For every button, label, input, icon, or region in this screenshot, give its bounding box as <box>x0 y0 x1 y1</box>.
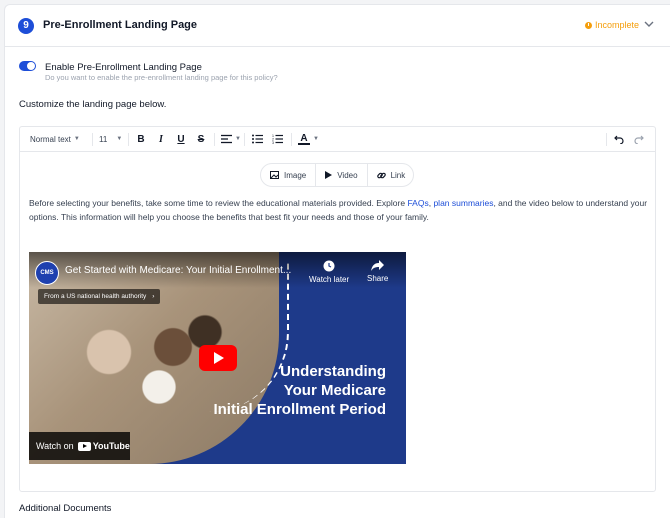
youtube-logo: YouTube <box>77 441 130 451</box>
caret-down-icon: ▼ <box>235 136 241 142</box>
align-dropdown[interactable]: ▼ <box>221 133 241 145</box>
video-headline: Understanding Your Medicare Initial Enro… <box>213 362 386 419</box>
bold-button[interactable]: B <box>135 133 147 145</box>
watch-later-button[interactable]: Watch later <box>309 260 349 284</box>
clock-icon <box>323 260 335 272</box>
share-icon <box>371 260 385 271</box>
health-authority-badge[interactable]: From a US national health authority › <box>38 289 161 304</box>
channel-logo[interactable]: CMS <box>35 261 59 285</box>
video-headline-line: Initial Enrollment Period <box>213 401 386 418</box>
redo-button[interactable] <box>634 133 644 145</box>
toolbar-divider <box>214 133 215 146</box>
video-title[interactable]: Get Started with Medicare: Your Initial … <box>65 265 305 276</box>
video-headline-line: Understanding <box>280 363 386 380</box>
insert-link-button[interactable]: Link <box>368 164 415 186</box>
body-text-part: Before selecting your benefits, take som… <box>29 198 408 208</box>
warning-icon <box>585 21 592 29</box>
embedded-video[interactable]: CMS Get Started with Medicare: Your Init… <box>29 252 406 464</box>
text-color-dropdown[interactable]: A ▼ <box>298 133 319 145</box>
numbered-list-button[interactable]: 123 <box>272 133 283 145</box>
youtube-play-icon <box>77 441 91 451</box>
chevron-right-icon: › <box>152 293 155 300</box>
toolbar-divider <box>128 133 129 146</box>
undo-button[interactable] <box>614 133 624 145</box>
toolbar-divider <box>92 133 93 146</box>
toolbar-divider <box>291 133 292 146</box>
enable-toggle-description: Do you want to enable the pre-enrollment… <box>45 73 278 82</box>
enable-landing-page-toggle[interactable] <box>19 61 36 71</box>
editor-toolbar: Normal text ▼ 11 ▼ B I U S ▼ 1 2 3 A ▼ <box>20 127 655 152</box>
section-title: Pre-Enrollment Landing Page <box>43 19 198 31</box>
section-header[interactable]: 9 Pre-Enrollment Landing Page Incomplete <box>5 5 670 47</box>
youtube-wordmark: YouTube <box>92 441 130 451</box>
insert-video-label: Video <box>337 170 358 180</box>
chevron-down-icon[interactable] <box>643 19 655 29</box>
strikethrough-button[interactable]: S <box>195 133 207 145</box>
status-badge: Incomplete <box>585 20 639 30</box>
redo-icon <box>634 135 644 144</box>
bullet-list-icon <box>252 134 263 144</box>
video-headline-line: Your Medicare <box>283 382 386 399</box>
play-icon <box>325 171 333 179</box>
font-size-dropdown[interactable]: 11 ▼ <box>99 133 122 145</box>
share-button[interactable]: Share <box>367 260 388 283</box>
additional-documents-heading: Additional Documents <box>19 503 112 514</box>
toolbar-divider <box>244 133 245 146</box>
toolbar-divider <box>606 133 607 146</box>
share-label: Share <box>367 274 389 283</box>
image-icon <box>270 171 279 179</box>
underline-button[interactable]: U <box>175 133 187 145</box>
text-color-icon: A <box>298 133 310 145</box>
strikethrough-icon: S <box>197 133 205 145</box>
watch-on-label: Watch on <box>36 441 74 451</box>
insert-link-label: Link <box>390 170 406 180</box>
watch-on-youtube-button[interactable]: Watch on YouTube <box>29 432 130 460</box>
text-style-value: Normal text <box>30 134 71 144</box>
text-style-dropdown[interactable]: Normal text ▼ <box>30 133 80 145</box>
customize-label: Customize the landing page below. <box>19 99 167 110</box>
status-text: Incomplete <box>595 20 640 30</box>
italic-button[interactable]: I <box>155 133 167 145</box>
svg-text:3: 3 <box>272 141 274 144</box>
watch-later-label: Watch later <box>309 275 350 284</box>
enable-toggle-label: Enable Pre-Enrollment Landing Page <box>45 62 202 73</box>
link-icon <box>376 172 386 178</box>
insert-media-group: Image Video Link <box>260 163 414 187</box>
caret-down-icon: ▼ <box>73 136 80 142</box>
bold-icon: B <box>137 133 145 145</box>
insert-image-button[interactable]: Image <box>261 164 317 186</box>
insert-video-button[interactable]: Video <box>316 164 368 186</box>
section-card: 9 Pre-Enrollment Landing Page Incomplete… <box>4 4 670 518</box>
align-left-icon <box>221 134 232 144</box>
underline-icon: U <box>177 133 185 145</box>
caret-down-icon: ▼ <box>116 136 123 142</box>
insert-image-label: Image <box>284 170 307 180</box>
editor-body-text: Before selecting your benefits, take som… <box>29 196 649 224</box>
numbered-list-icon: 123 <box>272 134 283 144</box>
undo-icon <box>614 135 624 144</box>
bullet-list-button[interactable] <box>252 133 263 145</box>
step-number-badge: 9 <box>18 18 34 34</box>
rich-text-editor[interactable]: Normal text ▼ 11 ▼ B I U S ▼ 1 2 3 A ▼ I… <box>19 126 656 492</box>
faqs-link[interactable]: FAQs <box>407 198 428 208</box>
plan-summaries-link[interactable]: plan summaries <box>433 198 493 208</box>
caret-down-icon: ▼ <box>313 136 319 142</box>
italic-icon: I <box>159 133 163 145</box>
health-authority-text: From a US national health authority <box>44 293 147 300</box>
font-size-value: 11 <box>99 134 108 144</box>
